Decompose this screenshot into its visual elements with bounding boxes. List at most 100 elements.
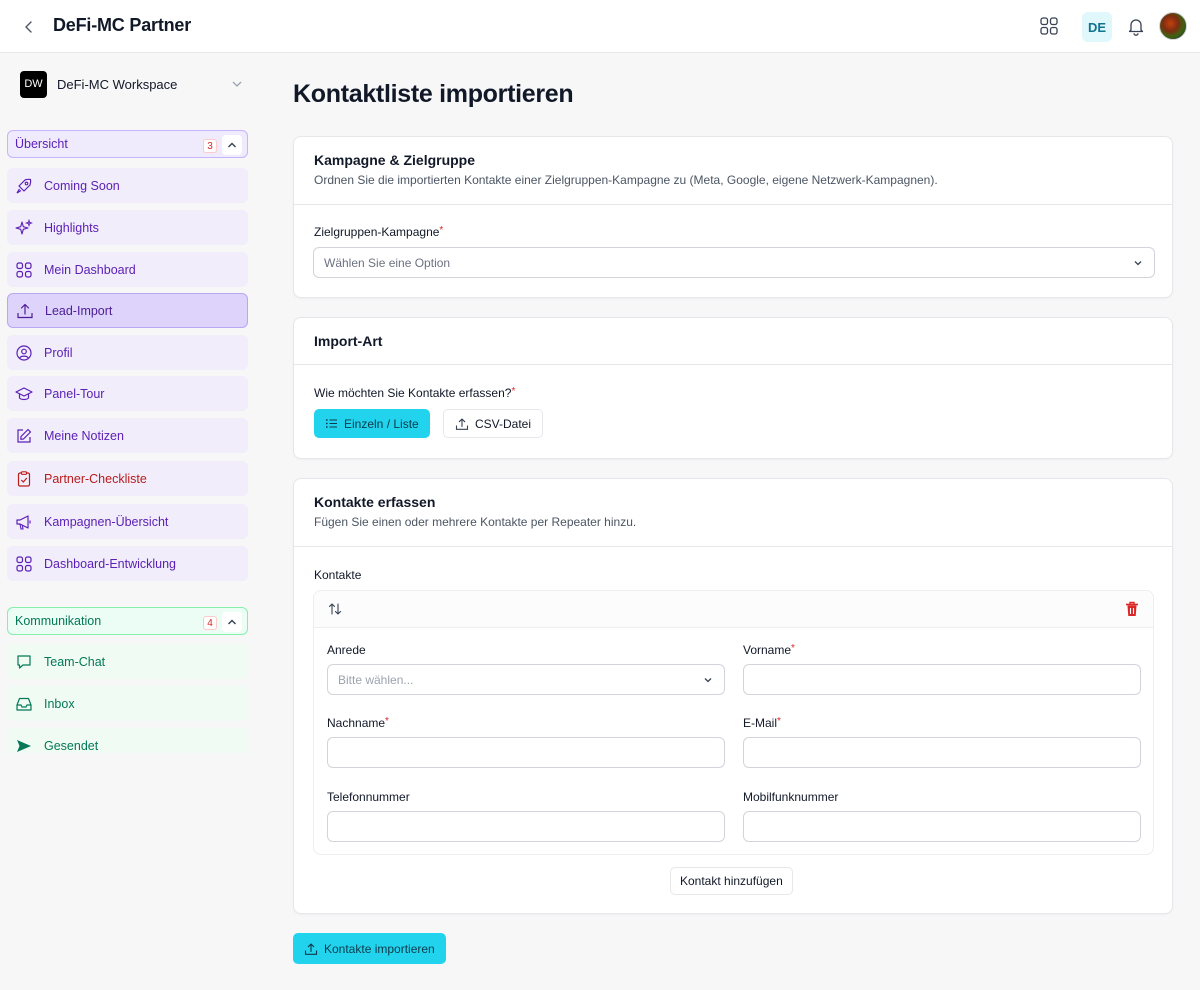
sidebar-item-label: Lead-Import [45,303,113,318]
list-icon [325,419,337,428]
campaign-field-label: Zielgruppen-Kampagne* [314,225,444,239]
collapse-toggle[interactable] [222,135,242,155]
chevron-up-icon [228,619,236,625]
campaign-select[interactable]: Wählen Sie eine Option [313,247,1155,278]
sidebar-group-count-badge: 4 [203,616,217,630]
salutation-select[interactable]: Bitte wählen... [327,664,725,695]
sidebar-item-dashboard-entwicklung[interactable]: Dashboard-Entwicklung [7,546,248,581]
last-name-label: Nachname* [327,716,389,730]
notifications-button[interactable] [1126,16,1146,36]
sidebar-item-label: Profil [44,345,73,360]
card-header: Import-Art [294,318,1172,365]
paper-airplane-icon [15,737,33,754]
sidebar-item-label: Gesendet [44,738,99,753]
reorder-handle[interactable] [327,601,343,620]
chat-bubble-icon [15,653,33,671]
chevron-down-icon [704,678,712,683]
mobile-input[interactable] [743,811,1141,842]
sidebar-item-meine-notizen[interactable]: Meine Notizen [7,418,248,453]
sidebar-item-mein-dashboard[interactable]: Mein Dashboard [7,252,248,287]
mobile-label: Mobilfunknummer [743,790,839,804]
single-list-option-button[interactable]: Einzeln / Liste [314,409,430,438]
email-input[interactable] [743,737,1141,768]
user-circle-icon [15,344,33,362]
card-title: Import-Art [314,333,383,349]
sparkles-icon [15,218,33,237]
select-placeholder: Bitte wählen... [338,672,414,687]
button-label: Kontakte importieren [324,941,435,956]
sidebar-item-label: Highlights [44,220,99,235]
sidebar-item-highlights[interactable]: Highlights [7,210,248,245]
grid-icon [15,555,33,573]
phone-label: Telefonnummer [327,790,410,804]
sidebar-item-label: Dashboard-Entwicklung [44,556,177,571]
workspace-logo: DW [20,70,47,98]
button-label: CSV-Datei [475,416,532,431]
upload-icon [455,417,469,430]
first-name-input[interactable] [743,664,1141,695]
add-contact-button[interactable]: Kontakt hinzufügen [670,867,793,895]
language-switcher[interactable]: DE [1082,12,1112,42]
sidebar-item-label: Kampagnen-Übersicht [44,514,169,529]
chevron-down-icon [1134,261,1142,266]
sidebar-item-label: Partner-Checkliste [44,471,147,486]
sidebar-item-kampagnen-uebersicht[interactable]: Kampagnen-Übersicht [7,504,248,539]
megaphone-icon [15,513,33,531]
workspace-name: DeFi-MC Workspace [57,76,178,92]
phone-input[interactable] [327,811,725,842]
back-button[interactable] [18,16,40,38]
delete-contact-button[interactable] [1125,601,1139,620]
rocket-icon [15,177,33,195]
user-avatar[interactable] [1159,12,1187,40]
sidebar-group-count-badge: 3 [203,139,217,153]
app-title: DeFi-MC Partner [53,15,192,35]
card-description: Ordnen Sie die importierten Kontakte ein… [314,173,938,187]
sidebar-group-label: Übersicht [15,137,68,151]
repeater-label: Kontakte [314,568,362,582]
import-contacts-button[interactable]: Kontakte importieren [293,933,446,964]
sidebar: DW DeFi-MC Workspace Übersicht 3 Coming … [0,53,255,753]
sidebar-item-inbox[interactable]: Inbox [7,686,248,721]
sidebar-item-label: Mein Dashboard [44,262,136,277]
card-header: Kontakte erfassen Fügen Sie einen oder m… [294,479,1172,547]
csv-option-button[interactable]: CSV-Datei [443,409,544,438]
sidebar-item-coming-soon[interactable]: Coming Soon [7,168,248,203]
chevron-left-icon [25,21,32,33]
button-label: Kontakt hinzufügen [680,874,783,888]
sidebar-item-lead-import[interactable]: Lead-Import [7,293,248,328]
sidebar-item-label: Meine Notizen [44,428,124,443]
first-name-label: Vorname* [743,643,795,657]
grid-icon [15,261,33,279]
top-bar: DeFi-MC Partner DE [0,0,1200,53]
collapse-toggle[interactable] [222,612,242,632]
sidebar-group-label: Kommunikation [15,614,102,628]
sidebar-item-gesendet[interactable]: Gesendet [7,728,248,753]
upload-icon [16,302,34,320]
sidebar-item-panel-tour[interactable]: Panel-Tour [7,376,248,411]
workspace-switcher[interactable]: DW DeFi-MC Workspace [20,70,248,98]
contact-repeater-item: Anrede Bitte wählen... Vorname* Nachname… [313,590,1154,855]
sidebar-item-label: Team-Chat [44,654,106,669]
sidebar-item-partner-checkliste[interactable]: Partner-Checkliste [7,461,248,496]
chevron-up-icon [228,142,236,148]
card-description: Fügen Sie einen oder mehrere Kontakte pe… [314,515,637,529]
import-type-question: Wie möchten Sie Kontakte erfassen?* [314,386,516,400]
last-name-input[interactable] [327,737,725,768]
sidebar-item-profil[interactable]: Profil [7,335,248,370]
sidebar-item-team-chat[interactable]: Team-Chat [7,644,248,679]
sidebar-group-kommunikation[interactable]: Kommunikation 4 [7,607,248,635]
chevron-down-icon [232,81,242,87]
import-type-card: Import-Art Wie möchten Sie Kontakte erfa… [293,317,1173,459]
email-label: E-Mail* [743,716,781,730]
pencil-square-icon [15,427,33,445]
grid-icon [1040,17,1058,35]
sidebar-item-label: Coming Soon [44,178,120,193]
sidebar-group-uebersicht[interactable]: Übersicht 3 [7,130,248,158]
sidebar-item-label: Inbox [44,696,75,711]
repeater-item-header [314,591,1153,628]
arrows-up-down-icon [328,603,342,615]
graduation-cap-icon [15,385,33,403]
apps-button[interactable] [1039,16,1059,36]
clipboard-check-icon [15,470,33,488]
contacts-card: Kontakte erfassen Fügen Sie einen oder m… [293,478,1173,914]
